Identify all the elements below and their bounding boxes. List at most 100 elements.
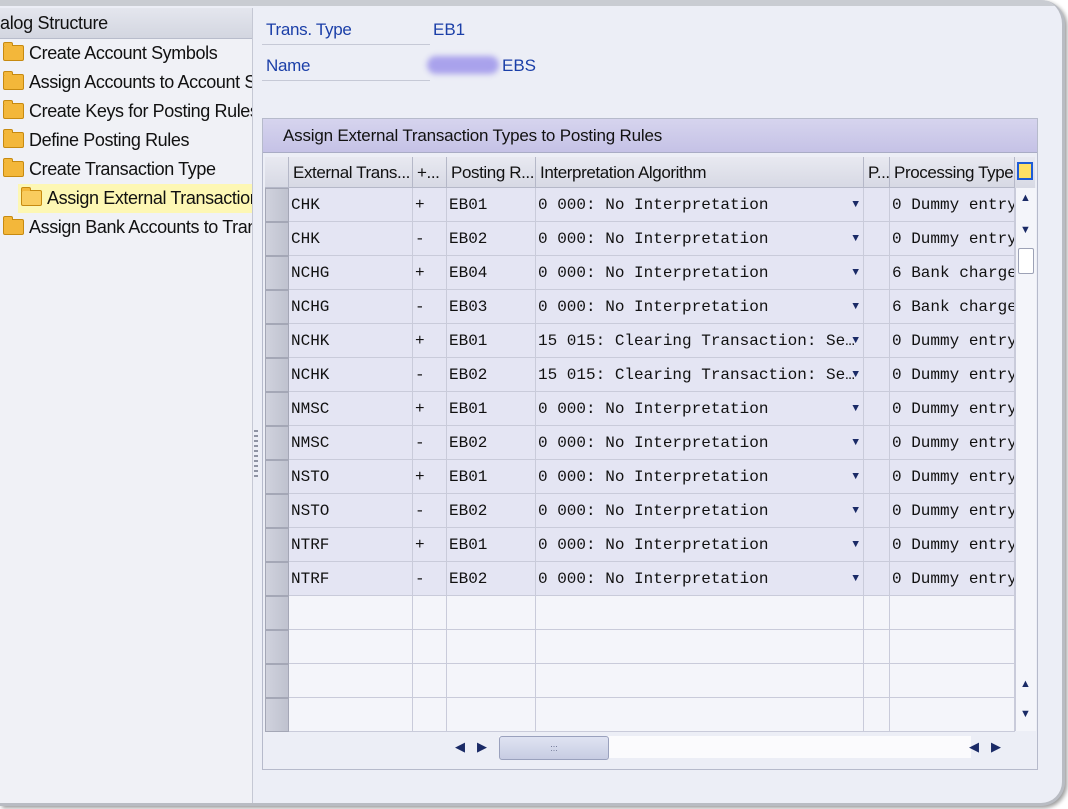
cell-interpretation-algorithm[interactable]: 0 000: No Interpretation ▼ (536, 460, 864, 494)
cell-external-trans[interactable]: NCHG (289, 290, 413, 324)
row-selector[interactable] (265, 256, 289, 290)
cell-p[interactable] (864, 188, 890, 222)
cell-posting-rule[interactable]: EB02 (447, 426, 536, 460)
cell-external-trans[interactable] (289, 630, 413, 664)
cell-external-trans[interactable] (289, 698, 413, 732)
column-header-posting-rule[interactable]: Posting R... (447, 157, 536, 188)
tree-item[interactable]: Define Posting Rules (0, 126, 252, 155)
cell-processing-type[interactable] (890, 664, 1015, 698)
cell-processing-type[interactable]: 0 Dummy entry (890, 222, 1015, 256)
cell-external-trans[interactable]: NMSC (289, 392, 413, 426)
cell-p[interactable] (864, 494, 890, 528)
cell-external-trans[interactable]: NCHK (289, 358, 413, 392)
chevron-down-icon[interactable]: ▼ (852, 324, 859, 357)
row-selector[interactable] (265, 358, 289, 392)
cell-sign[interactable]: + (413, 256, 447, 290)
column-header-p[interactable]: P... (864, 157, 890, 188)
cell-processing-type[interactable]: 6 Bank charge (890, 290, 1015, 324)
row-selector[interactable] (265, 188, 289, 222)
tree-item[interactable]: •Assign External Transaction (18, 184, 252, 213)
cell-processing-type[interactable]: 0 Dummy entry (890, 562, 1015, 596)
vertical-scrollbar[interactable]: ▲ ▼ ▲ ▼ (1015, 188, 1036, 731)
cell-p[interactable] (864, 528, 890, 562)
cell-interpretation-algorithm[interactable]: 15 015: Clearing Transaction: Se… ▼ (536, 324, 864, 358)
cell-external-trans[interactable]: NSTO (289, 460, 413, 494)
cell-posting-rule[interactable]: EB01 (447, 324, 536, 358)
cell-sign[interactable]: + (413, 188, 447, 222)
table-row[interactable]: NSTO - EB02 0 000: No Interpretation ▼ 0 Dumm… (265, 494, 1015, 528)
cell-posting-rule[interactable]: EB04 (447, 256, 536, 290)
cell-sign[interactable]: - (413, 222, 447, 256)
cell-external-trans[interactable]: NSTO (289, 494, 413, 528)
cell-sign[interactable]: + (413, 392, 447, 426)
table-row[interactable] (265, 630, 1015, 664)
scroll-left-icon[interactable]: ◀ (455, 739, 465, 755)
scroll-up-icon[interactable]: ▲ (1020, 678, 1031, 690)
cell-p[interactable] (864, 392, 890, 426)
row-selector[interactable] (265, 596, 289, 630)
table-row[interactable]: NSTO + EB01 0 000: No Interpretation ▼ 0 Dumm… (265, 460, 1015, 494)
cell-processing-type[interactable]: 0 Dummy entry (890, 528, 1015, 562)
cell-processing-type[interactable]: 0 Dummy entry (890, 358, 1015, 392)
row-selector[interactable] (265, 494, 289, 528)
splitter-handle[interactable] (254, 430, 258, 480)
cell-p[interactable] (864, 426, 890, 460)
scroll-down-icon[interactable]: ▼ (1020, 708, 1031, 720)
table-row[interactable]: NCHG - EB03 0 000: No Interpretation ▼ 6 Bank… (265, 290, 1015, 324)
row-selector[interactable] (265, 562, 289, 596)
chevron-down-icon[interactable]: ▼ (852, 290, 859, 323)
cell-sign[interactable]: + (413, 324, 447, 358)
cell-posting-rule[interactable] (447, 698, 536, 732)
cell-posting-rule[interactable]: EB02 (447, 494, 536, 528)
cell-sign[interactable]: + (413, 528, 447, 562)
cell-posting-rule[interactable]: EB01 (447, 392, 536, 426)
cell-interpretation-algorithm[interactable]: 0 000: No Interpretation ▼ (536, 256, 864, 290)
cell-external-trans[interactable] (289, 596, 413, 630)
table-row[interactable] (265, 664, 1015, 698)
cell-processing-type[interactable]: 0 Dummy entry (890, 426, 1015, 460)
cell-posting-rule[interactable] (447, 630, 536, 664)
column-header-interpretation-algorithm[interactable]: Interpretation Algorithm (536, 157, 864, 188)
cell-interpretation-algorithm[interactable]: 0 000: No Interpretation ▼ (536, 188, 864, 222)
cell-p[interactable] (864, 596, 890, 630)
cell-interpretation-algorithm[interactable]: 15 015: Clearing Transaction: Se… ▼ (536, 358, 864, 392)
row-selector[interactable] (265, 324, 289, 358)
cell-processing-type[interactable]: 0 Dummy entry (890, 494, 1015, 528)
cell-p[interactable] (864, 324, 890, 358)
cell-sign[interactable]: - (413, 494, 447, 528)
cell-interpretation-algorithm[interactable] (536, 596, 864, 630)
cell-sign[interactable] (413, 630, 447, 664)
cell-external-trans[interactable]: NTRF (289, 528, 413, 562)
select-all-header[interactable] (265, 157, 289, 188)
chevron-down-icon[interactable]: ▼ (852, 562, 859, 595)
chevron-down-icon[interactable]: ▼ (852, 188, 859, 221)
cell-sign[interactable]: - (413, 426, 447, 460)
cell-p[interactable] (864, 664, 890, 698)
cell-sign[interactable] (413, 698, 447, 732)
cell-posting-rule[interactable]: EB02 (447, 358, 536, 392)
cell-processing-type[interactable]: 0 Dummy entry (890, 392, 1015, 426)
cell-interpretation-algorithm[interactable] (536, 698, 864, 732)
scroll-thumb[interactable] (1018, 248, 1034, 274)
cell-interpretation-algorithm[interactable]: 0 000: No Interpretation ▼ (536, 528, 864, 562)
row-selector[interactable] (265, 426, 289, 460)
row-selector[interactable] (265, 698, 289, 732)
cell-p[interactable] (864, 256, 890, 290)
table-row[interactable]: NCHK + EB01 15 015: Clearing Transaction: S… (265, 324, 1015, 358)
cell-interpretation-algorithm[interactable]: 0 000: No Interpretation ▼ (536, 426, 864, 460)
cell-sign[interactable] (413, 664, 447, 698)
cell-sign[interactable]: + (413, 460, 447, 494)
chevron-down-icon[interactable]: ▼ (852, 494, 859, 527)
cell-external-trans[interactable]: NMSC (289, 426, 413, 460)
cell-processing-type[interactable] (890, 698, 1015, 732)
horizontal-scroll-thumb[interactable]: ::: (499, 736, 609, 760)
row-selector[interactable] (265, 630, 289, 664)
table-row[interactable]: CHK - EB02 0 000: No Interpretation ▼ 0 Dummy… (265, 222, 1015, 256)
cell-processing-type[interactable]: 0 Dummy entry (890, 188, 1015, 222)
cell-processing-type[interactable] (890, 596, 1015, 630)
chevron-down-icon[interactable]: ▼ (852, 256, 859, 289)
cell-interpretation-algorithm[interactable]: 0 000: No Interpretation ▼ (536, 290, 864, 324)
cell-p[interactable] (864, 358, 890, 392)
cell-interpretation-algorithm[interactable] (536, 630, 864, 664)
tree-item[interactable]: Assign Accounts to Account Sy (0, 68, 252, 97)
